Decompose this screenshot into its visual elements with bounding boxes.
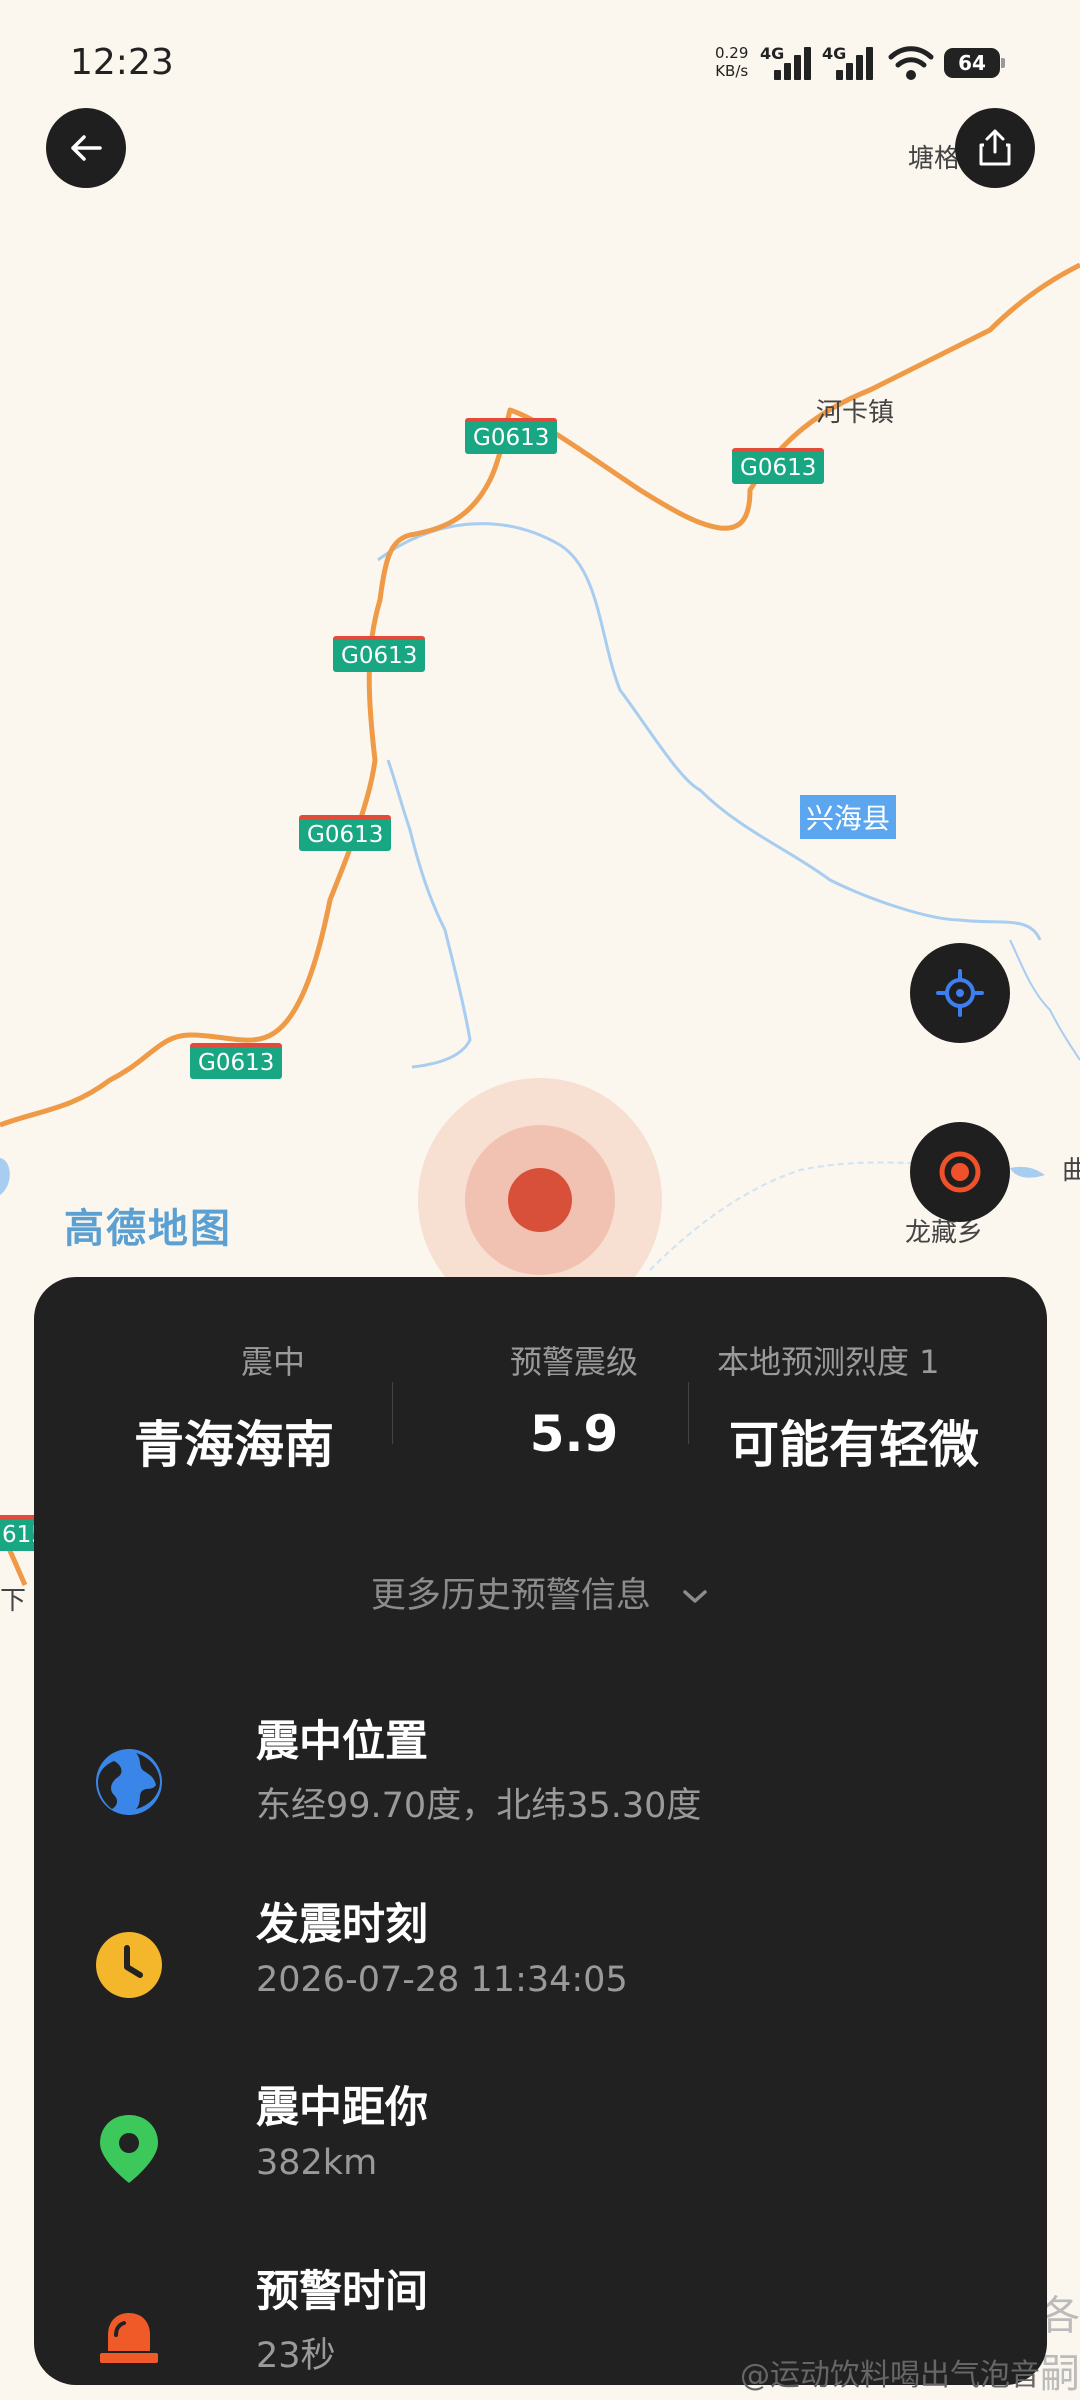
stat-divider — [392, 1382, 393, 1444]
alarm-icon — [100, 2313, 158, 2363]
status-bar: 12:23 0.29 KB/s 4G 4G 64 — [0, 0, 1080, 130]
clock-icon — [96, 1932, 162, 1998]
info-title-distance: 震中距你 — [256, 2083, 428, 2133]
info-row-location: 震中位置 东经99.70度，北纬35.30度 — [94, 1707, 994, 1857]
status-time: 12:23 — [70, 42, 174, 83]
location-pin-icon — [100, 2115, 158, 2183]
info-value-distance: 382km — [256, 2143, 378, 2183]
globe-icon — [96, 1749, 162, 1815]
network-speed: 0.29 KB/s — [715, 44, 748, 80]
network-speed-value: 0.29 — [715, 44, 749, 62]
stat-epicenter-label: 震中 — [241, 1343, 306, 1381]
info-title-time: 发震时刻 — [256, 1900, 428, 1950]
crosshair-icon — [936, 969, 984, 1017]
map-label-xia: 下 — [0, 1586, 27, 1616]
info-row-distance: 震中距你 382km — [94, 2073, 994, 2223]
info-title-location: 震中位置 — [256, 1717, 428, 1767]
stat-magnitude: 预警震级 5.9 — [434, 1337, 714, 1463]
road-shield: G0613 — [732, 448, 825, 484]
info-value-warning-time: 23秒 — [256, 2336, 336, 2376]
info-row-time: 发震时刻 2026-07-28 11:34:05 — [94, 1890, 994, 2040]
stat-intensity: 本地预测烈度 1 可能有轻微 — [714, 1337, 994, 1477]
map-label-xinghai[interactable]: 兴海县 — [800, 795, 897, 839]
wifi-icon — [888, 46, 934, 80]
info-title-warning-time: 预警时间 — [256, 2267, 428, 2317]
back-button[interactable] — [46, 108, 126, 188]
target-icon — [939, 1151, 981, 1193]
more-history-label: 更多历史预警信息 — [370, 1576, 651, 1616]
stat-magnitude-value: 5.9 — [529, 1405, 619, 1463]
map-label-tangge: 塘格 — [908, 144, 961, 174]
locate-me-button[interactable] — [910, 943, 1010, 1043]
source-watermark: @运动饮料喝出气泡音 — [740, 2358, 1040, 2393]
stat-magnitude-label: 预警震级 — [509, 1343, 638, 1381]
road-shield: G0613 — [465, 418, 558, 454]
map-provider-logo: 高德地图 — [64, 1206, 232, 1252]
epicenter-focus-button[interactable] — [910, 1122, 1010, 1222]
stat-intensity-value: 可能有轻微 — [729, 1416, 979, 1474]
road-shield: G0613 — [190, 1043, 283, 1079]
share-button[interactable] — [955, 108, 1035, 188]
epicenter-dot — [508, 1168, 572, 1232]
stat-epicenter: 震中 青海海南 — [114, 1337, 424, 1477]
info-value-location: 东经99.70度，北纬35.30度 — [256, 1786, 702, 1826]
more-history-button[interactable]: 更多历史预警信息 — [34, 1567, 1047, 1618]
arrow-left-icon — [71, 135, 102, 161]
network-speed-unit: KB/s — [715, 62, 749, 80]
stat-divider — [688, 1382, 689, 1444]
stat-intensity-label: 本地预测烈度 1 — [717, 1343, 940, 1381]
battery-indicator: 64 — [944, 48, 1005, 78]
stat-epicenter-value: 青海海南 — [134, 1416, 334, 1474]
chevron-down-icon — [683, 1590, 707, 1603]
earthquake-info-panel: 震中 青海海南 预警震级 5.9 本地预测烈度 1 可能有轻微 更多历史预警信息… — [34, 1277, 1047, 2385]
share-icon — [979, 129, 1011, 166]
signal-icon — [836, 46, 878, 80]
info-value-time: 2026-07-28 11:34:05 — [256, 1960, 628, 2000]
road-shield: G0613 — [333, 636, 426, 672]
map-label-heka: 河卡镇 — [816, 398, 895, 428]
map-label-qu: 曲 — [1062, 1156, 1080, 1186]
signal-icon — [774, 46, 816, 80]
road-shield: G0613 — [299, 815, 392, 851]
